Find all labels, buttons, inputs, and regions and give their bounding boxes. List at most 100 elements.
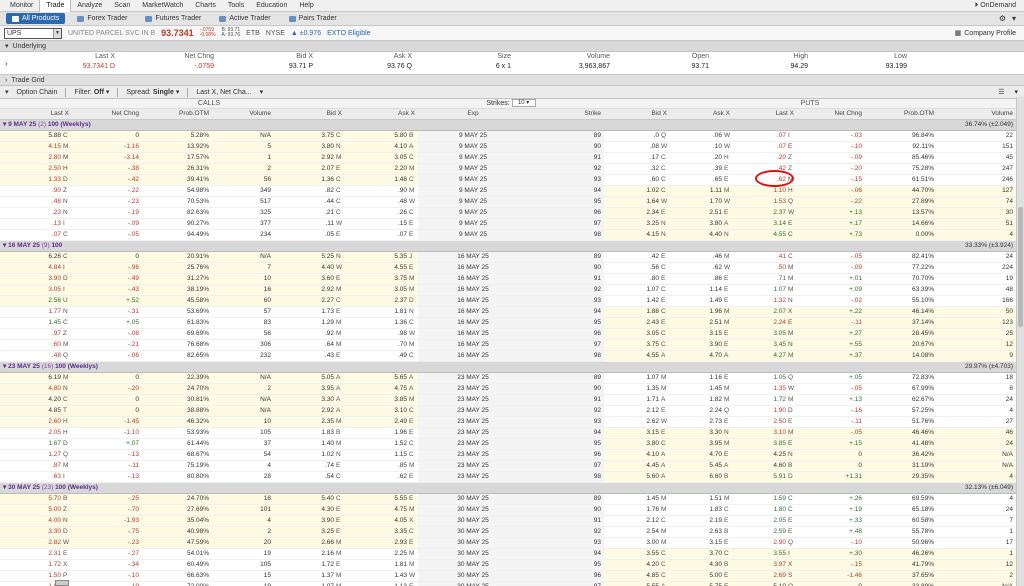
- cell[interactable]: -.02: [797, 295, 865, 307]
- menu-icon[interactable]: ☰: [998, 88, 1004, 96]
- cell[interactable]: -.70: [72, 504, 142, 516]
- cell[interactable]: 5.40 C: [274, 493, 345, 505]
- cell[interactable]: 0: [72, 251, 142, 263]
- cell[interactable]: 1.43 W: [345, 570, 418, 582]
- cell[interactable]: 2.92 M: [274, 152, 345, 164]
- cell[interactable]: +.01: [797, 273, 865, 285]
- cell[interactable]: 5.88 C: [0, 130, 72, 142]
- cell[interactable]: 24.70%: [142, 493, 212, 505]
- cell[interactable]: 4.40 W: [274, 262, 345, 274]
- cell[interactable]: 14.66%: [865, 218, 937, 230]
- cell[interactable]: 3.60 E: [274, 273, 345, 285]
- cell[interactable]: N/A: [937, 581, 1016, 586]
- table-row[interactable]: 4.85 T 0 38.88% N/A 2.92 A 3.10 C 23 MAY 25 92 2.12…: [0, 405, 1016, 417]
- cell[interactable]: 28.45%: [865, 328, 937, 340]
- cell[interactable]: -.42: [72, 174, 142, 186]
- cell[interactable]: -.75: [72, 526, 142, 538]
- cell[interactable]: -.05: [72, 229, 142, 241]
- cell[interactable]: 306: [212, 339, 274, 351]
- cell[interactable]: 5.55A: [604, 581, 670, 586]
- nav-marketwatch[interactable]: MarketWatch: [136, 0, 189, 12]
- cell[interactable]: 3.80 N: [274, 141, 345, 153]
- cell[interactable]: 4.70 E: [670, 449, 733, 461]
- cell[interactable]: 1.10 H: [733, 185, 797, 197]
- cell[interactable]: 77.22%: [865, 262, 937, 274]
- cell[interactable]: 45: [937, 152, 1016, 164]
- cell[interactable]: 94.49%: [142, 229, 212, 241]
- cell[interactable]: 1.80 C: [733, 504, 797, 516]
- cell[interactable]: 35.04%: [142, 515, 212, 527]
- cell[interactable]: 66.63%: [142, 570, 212, 582]
- subtab-pairs-trader[interactable]: Pairs Trader: [283, 13, 343, 24]
- cell[interactable]: +.22: [797, 306, 865, 318]
- cell[interactable]: .65 E: [670, 174, 733, 186]
- col-header[interactable]: Volume: [937, 109, 1016, 120]
- cell[interactable]: 1.15 C: [345, 449, 418, 461]
- cell[interactable]: +.30: [797, 548, 865, 560]
- cell[interactable]: -.11: [797, 317, 865, 329]
- cell[interactable]: 325: [212, 207, 274, 219]
- cell[interactable]: 3.80 A: [670, 218, 733, 230]
- cell[interactable]: 70.53%: [142, 196, 212, 208]
- cell[interactable]: 3.05 I: [0, 284, 72, 296]
- cell[interactable]: 15: [212, 570, 274, 582]
- cell[interactable]: 1.49 E: [670, 295, 733, 307]
- cell[interactable]: 27.89%: [865, 196, 937, 208]
- cell[interactable]: 0.00%: [865, 229, 937, 241]
- cell[interactable]: 5.35 J: [345, 251, 418, 263]
- cell[interactable]: 4.10 A: [604, 449, 670, 461]
- cell[interactable]: 6: [937, 383, 1016, 395]
- table-row[interactable]: .90 Z -.22 54.98% 349.82 C .90 M 9 MAY 25 94 1.02 C…: [0, 185, 1016, 197]
- cell[interactable]: 37: [212, 438, 274, 450]
- cell[interactable]: 57: [212, 306, 274, 318]
- cell[interactable]: .63 I: [0, 471, 72, 483]
- cell[interactable]: 41.48%: [865, 438, 937, 450]
- cell[interactable]: .43 E: [274, 350, 345, 362]
- cell[interactable]: 1.72 M: [733, 394, 797, 406]
- subtab-forex-trader[interactable]: Forex Trader: [71, 13, 133, 24]
- cell[interactable]: 4: [937, 405, 1016, 417]
- cell[interactable]: 30.81%: [142, 394, 212, 406]
- cell[interactable]: 82.63%: [142, 207, 212, 219]
- cell[interactable]: 2.59 E: [733, 526, 797, 538]
- cell[interactable]: 1.72 E: [274, 559, 345, 571]
- cell[interactable]: -.11: [72, 460, 142, 472]
- cell[interactable]: 3.85 E: [733, 438, 797, 450]
- cell[interactable]: -.96: [72, 262, 142, 274]
- cell[interactable]: 1.88 C: [604, 306, 670, 318]
- cell[interactable]: 24: [937, 251, 1016, 263]
- cell[interactable]: 75.28%: [865, 163, 937, 175]
- cell[interactable]: 1.29 M: [274, 317, 345, 329]
- cell[interactable]: 1.48 C: [345, 174, 418, 186]
- cell[interactable]: 0: [72, 405, 142, 417]
- cell[interactable]: 1.83 C: [670, 504, 733, 516]
- cell[interactable]: +.55: [797, 339, 865, 351]
- cell[interactable]: 5.05 A: [274, 372, 345, 384]
- cell[interactable]: .41 C: [733, 251, 797, 263]
- cell[interactable]: 1.27 Q: [0, 449, 72, 461]
- cell[interactable]: 25.76%: [142, 262, 212, 274]
- nav-monitor[interactable]: Monitor: [4, 0, 39, 12]
- cell[interactable]: +.33: [797, 515, 865, 527]
- cell[interactable]: 1.05 Q: [733, 372, 797, 384]
- cell[interactable]: 39.41%: [142, 174, 212, 186]
- cell[interactable]: 4.60 B: [733, 460, 797, 472]
- cell[interactable]: 4: [937, 471, 1016, 483]
- cell[interactable]: 19: [212, 581, 274, 586]
- cell[interactable]: 6.26 C: [0, 251, 72, 263]
- cell[interactable]: 2.54 M: [604, 526, 670, 538]
- cell[interactable]: 2.25 M: [345, 548, 418, 560]
- cell[interactable]: -.09: [797, 262, 865, 274]
- cell[interactable]: 1.67 D: [0, 438, 72, 450]
- cell[interactable]: 2.12 C: [604, 515, 670, 527]
- cell[interactable]: 24.70%: [142, 383, 212, 395]
- cell[interactable]: .39 E: [670, 163, 733, 175]
- cell[interactable]: 1.45 M: [604, 493, 670, 505]
- cell[interactable]: 2.73 E: [670, 416, 733, 428]
- cell[interactable]: 4.30 B: [670, 559, 733, 571]
- cell[interactable]: -.19: [72, 207, 142, 219]
- table-row[interactable]: 1.27 Q -.13 68.67% 54 1.02 N 1.15 C 23 MAY 25 96 4.…: [0, 449, 1016, 461]
- expiration-row[interactable]: ▾ 16 MAY 25 (9) 100 33.33% (±3.924): [0, 240, 1016, 252]
- cell[interactable]: 30: [937, 207, 1016, 219]
- cell[interactable]: 1.53 Q: [733, 196, 797, 208]
